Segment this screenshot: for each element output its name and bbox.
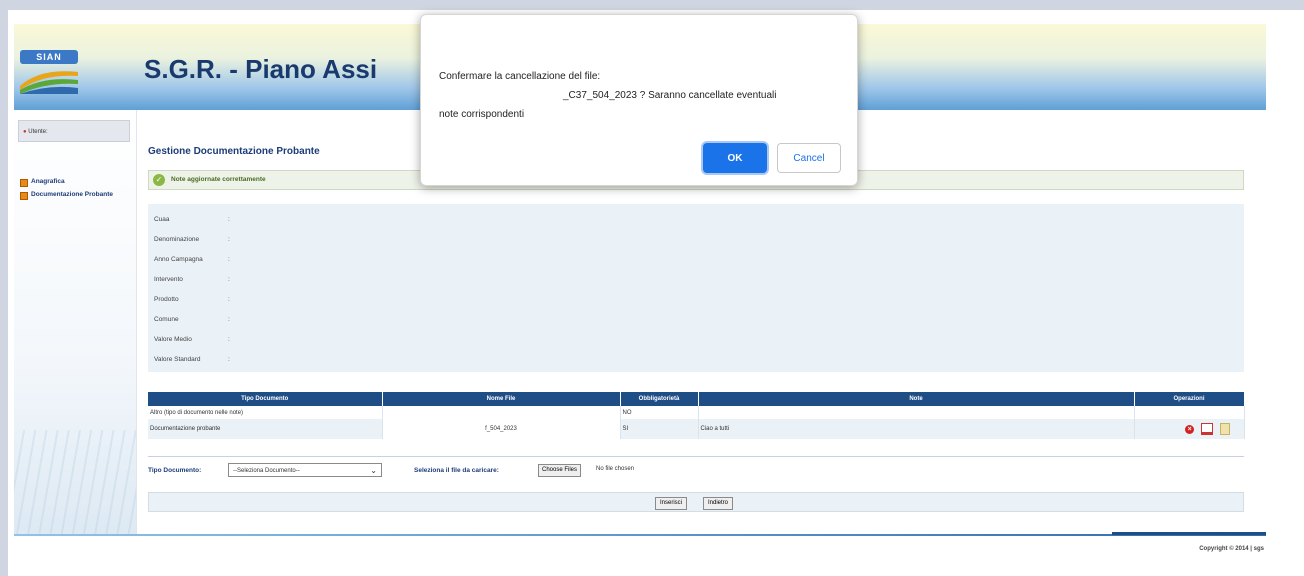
info-field-anno-campagna: Anno Campagna: <box>154 256 230 263</box>
top-border <box>0 0 1304 10</box>
chevron-down-icon: ⌄ <box>370 466 377 475</box>
cell-tipo: Documentazione probante <box>148 419 383 439</box>
dialog-message: Confermare la cancellazione del file: _C… <box>439 67 839 124</box>
info-field-cuaa: Cuaa: <box>154 216 230 223</box>
column-header-tipo: Tipo Documento <box>148 392 383 406</box>
upload-row: Tipo Documento: --Seleziona Documento-- … <box>148 462 1244 480</box>
documents-table: Tipo Documento Nome File Obbligatorietà … <box>148 392 1245 439</box>
sidebar-item-label: Documentazione Probante <box>31 191 113 198</box>
table-row: Documentazione probante f_504_2023 SI Ci… <box>148 419 1245 439</box>
cell-obbligatorieta: NO <box>620 406 699 419</box>
note-icon[interactable] <box>1219 423 1230 435</box>
dialog-line-1: Confermare la cancellazione del file: <box>439 71 601 82</box>
edit-icon[interactable] <box>1200 423 1213 435</box>
nav-bullet-icon <box>20 192 28 200</box>
success-message: Note aggiornate correttamente <box>171 176 266 183</box>
cell-note <box>698 406 1135 419</box>
file-upload-label: Seleziona il file da caricare: <box>414 467 499 474</box>
sidebar-item-anagrafica[interactable]: Anagrafica <box>20 178 132 187</box>
info-field-valore-medio: Valore Medio: <box>154 336 230 343</box>
user-icon: ● <box>23 129 27 135</box>
cell-operazioni <box>1134 406 1245 419</box>
copyright-text: Copyright © 2014 | sgs <box>1199 546 1264 552</box>
sian-logo: SIAN <box>20 50 78 94</box>
choose-files-button[interactable]: Choose Files <box>538 464 582 477</box>
back-button[interactable]: Indietro <box>703 497 734 510</box>
info-field-prodotto: Prodotto: <box>154 296 230 303</box>
ok-button[interactable]: OK <box>703 143 767 173</box>
cell-note: Ciao a tutti <box>698 419 1135 439</box>
action-bar: Inserisci Indietro <box>148 492 1244 512</box>
wheat-background-decoration <box>14 430 136 534</box>
column-header-operazioni: Operazioni <box>1134 392 1245 406</box>
delete-icon[interactable]: × <box>1185 424 1195 434</box>
insert-button[interactable]: Inserisci <box>655 497 688 510</box>
cell-operazioni: × <box>1134 419 1245 439</box>
sidebar-item-documentazione-probante[interactable]: Documentazione Probante <box>20 191 132 200</box>
info-field-intervento: Intervento: <box>154 276 230 283</box>
cancel-button[interactable]: Cancel <box>777 143 841 173</box>
cell-file: f_504_2023 <box>382 419 621 439</box>
dialog-line-3: note corrispondenti <box>439 109 525 120</box>
cell-file <box>382 406 621 419</box>
column-header-nome-file: Nome File <box>382 392 621 406</box>
nav-bullet-icon <box>20 179 28 187</box>
left-border <box>0 10 8 576</box>
info-field-denominazione: Denominazione: <box>154 236 230 243</box>
tipo-documento-select[interactable]: --Seleziona Documento-- ⌄ <box>228 463 382 477</box>
info-field-valore-standard: Valore Standard: <box>154 356 230 363</box>
confirm-dialog: Confermare la cancellazione del file: _C… <box>420 14 858 186</box>
cell-tipo: Altro (tipo di documento nelle note) <box>148 406 383 419</box>
select-value: --Seleziona Documento-- <box>233 468 300 474</box>
column-header-obbligatorieta[interactable]: Obbligatorietà <box>620 392 699 406</box>
column-header-note: Note <box>698 392 1135 406</box>
table-header-row: Tipo Documento Nome File Obbligatorietà … <box>148 392 1245 406</box>
sidebar-item-label: Anagrafica <box>31 178 65 185</box>
user-label: Utente: <box>28 129 48 135</box>
logo-label: SIAN <box>20 50 78 64</box>
dialog-line-2: _C37_504_2023 ? Saranno cancellate event… <box>563 90 777 101</box>
info-panel: Cuaa: Denominazione: Anno Campagna: Inte… <box>148 204 1244 372</box>
page-title: Gestione Documentazione Probante <box>148 146 320 157</box>
footer-line <box>14 534 1266 536</box>
info-field-comune: Comune: <box>154 316 230 323</box>
no-file-text: No file chosen <box>596 466 635 472</box>
checkmark-icon: ✓ <box>153 174 165 186</box>
tipo-documento-label: Tipo Documento: <box>148 467 202 474</box>
app-title: S.G.R. - Piano Assi <box>144 54 378 84</box>
table-row: Altro (tipo di documento nelle note) NO <box>148 406 1245 419</box>
logo-wave-icon <box>20 71 78 94</box>
divider <box>148 456 1244 457</box>
footer-accent <box>1112 532 1266 535</box>
user-box: ● Utente: <box>18 120 130 142</box>
sidebar-nav: Anagrafica Documentazione Probante <box>20 178 132 204</box>
cell-obbligatorieta: SI <box>620 419 699 439</box>
